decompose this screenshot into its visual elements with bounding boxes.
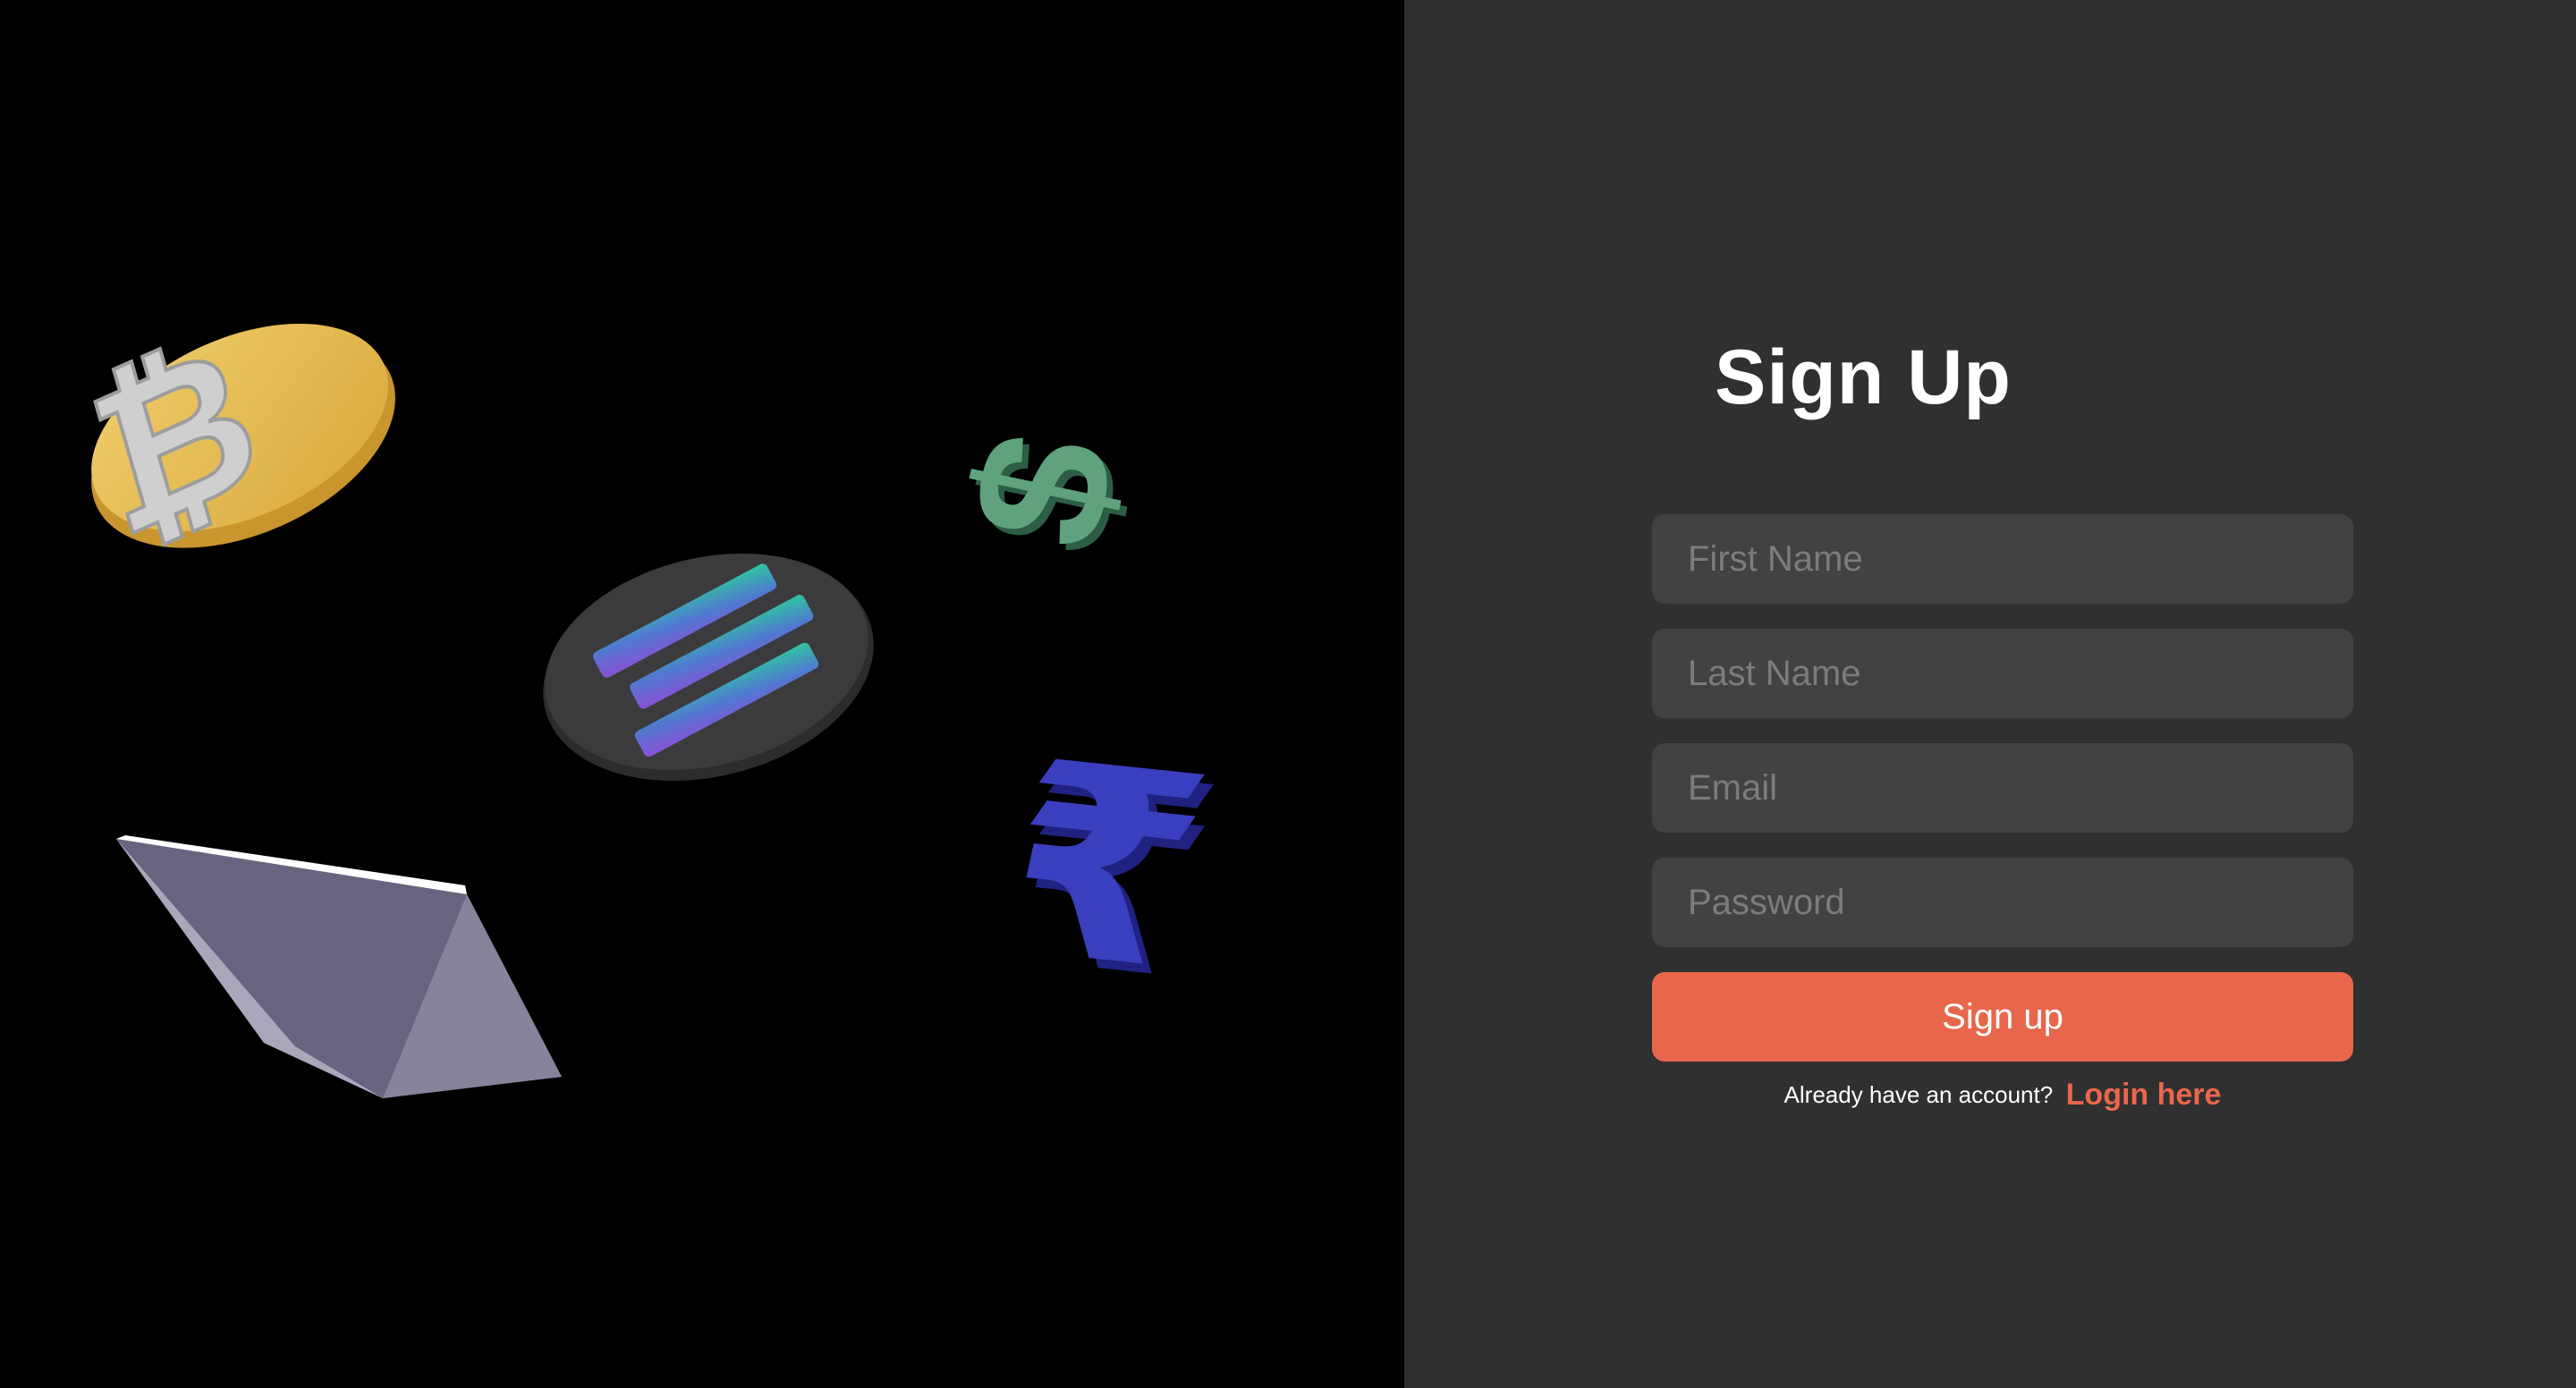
signup-form: Sign up Already have an account? Login h… xyxy=(1652,514,2353,1112)
password-input[interactable] xyxy=(1652,858,2353,947)
crypto-illustration-panel: ₿ $ $ ₹ ₹ xyxy=(0,0,1404,1388)
rupee-sign-icon: ₹ ₹ xyxy=(977,704,1238,1038)
login-prompt: Already have an account? xyxy=(1784,1081,2054,1108)
svg-text:₹: ₹ xyxy=(977,704,1228,1028)
dollar-sign-icon: $ $ xyxy=(929,417,1163,569)
last-name-input[interactable] xyxy=(1652,629,2353,718)
signup-form-panel: Sign Up Sign up Already have an account?… xyxy=(1404,0,2576,1388)
ethereum-crystal-icon xyxy=(116,835,562,1098)
login-link[interactable]: Login here xyxy=(2066,1078,2222,1112)
signup-page: ₿ $ $ ₹ ₹ Sign Up First Name Last Name E… xyxy=(0,0,2576,1388)
first-name-input[interactable] xyxy=(1652,514,2353,604)
page-title: Sign Up xyxy=(1715,334,2012,420)
svg-text:$: $ xyxy=(929,417,1157,563)
login-row: Already have an account? Login here xyxy=(1652,1078,2353,1113)
sign-up-button[interactable]: Sign up xyxy=(1652,972,2353,1062)
email-input[interactable] xyxy=(1652,743,2353,833)
solana-coin-icon xyxy=(543,553,874,782)
bitcoin-coin-icon: ₿ xyxy=(70,299,395,581)
